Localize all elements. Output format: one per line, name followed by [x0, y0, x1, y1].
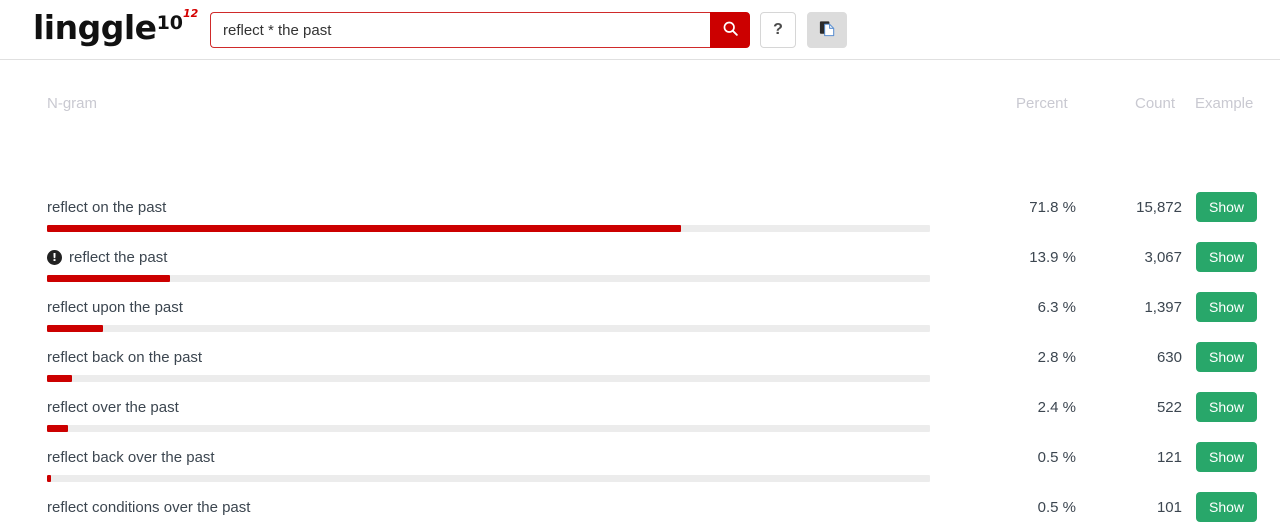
percent-bar-track — [47, 475, 930, 482]
percent-bar-track — [47, 425, 930, 432]
copy-button[interactable] — [807, 12, 847, 48]
percent-bar-track — [47, 275, 930, 282]
ngram-label: ! reflect the past — [47, 249, 167, 266]
ngram-label: reflect over the past — [47, 399, 179, 416]
ngram-text: reflect over the past — [47, 399, 179, 416]
percent-value: 0.5 % — [1037, 449, 1076, 466]
logo-superscript-10: 10 — [156, 12, 184, 34]
show-example-button[interactable]: Show — [1196, 392, 1257, 422]
show-example-button[interactable]: Show — [1196, 242, 1257, 272]
ngram-text: reflect conditions over the past — [47, 499, 251, 516]
table-row: reflect over the past 2.4 % 522 Show — [0, 392, 1280, 442]
count-value: 15,872 — [1136, 199, 1182, 216]
ngram-label: reflect on the past — [47, 199, 166, 216]
count-value: 101 — [1156, 499, 1182, 516]
percent-bar-fill — [47, 475, 52, 482]
ngram-label: reflect back over the past — [47, 449, 215, 466]
show-example-button[interactable]: Show — [1196, 292, 1257, 322]
show-example-button[interactable]: Show — [1196, 342, 1257, 372]
percent-bar-fill — [47, 425, 69, 432]
logo-wordmark: linggle — [33, 8, 157, 47]
percent-value: 6.3 % — [1037, 299, 1076, 316]
search-button[interactable] — [710, 12, 750, 48]
logo-superscript-12: 12 — [183, 7, 199, 20]
show-example-button[interactable]: Show — [1196, 442, 1257, 472]
table-row: reflect on the past 71.8 % 15,872 Show — [0, 192, 1280, 242]
search-icon — [722, 20, 739, 40]
percent-value: 71.8 % — [1029, 199, 1076, 216]
table-row: reflect back over the past 0.5 % 121 Show — [0, 442, 1280, 492]
percent-bar-track — [47, 325, 930, 332]
percent-bar-fill — [47, 375, 72, 382]
show-example-button[interactable]: Show — [1196, 192, 1257, 222]
count-value: 3,067 — [1144, 249, 1182, 266]
table-row: ! reflect the past 13.9 % 3,067 Show — [0, 242, 1280, 292]
copy-icon — [818, 19, 837, 41]
column-header-percent: Percent — [1016, 95, 1068, 112]
ngram-text: reflect on the past — [47, 199, 167, 216]
percent-bar-track — [47, 375, 930, 382]
search-area: ? — [210, 12, 847, 48]
search-input[interactable] — [210, 12, 710, 48]
percent-bar-fill — [47, 225, 681, 232]
count-value: 121 — [1156, 449, 1182, 466]
help-button[interactable]: ? — [760, 12, 796, 48]
percent-bar-fill — [47, 325, 103, 332]
ngram-text: reflect back on the past — [47, 349, 203, 366]
ngram-label: reflect conditions over the past — [47, 499, 250, 516]
count-value: 522 — [1156, 399, 1182, 416]
percent-value: 0.5 % — [1037, 499, 1076, 516]
column-header-ngram: N-gram — [47, 95, 98, 112]
count-value: 1,397 — [1144, 299, 1182, 316]
percent-value: 2.4 % — [1037, 399, 1076, 416]
ngram-text: reflect upon the past — [47, 299, 183, 316]
ngram-text: reflect the past — [69, 249, 168, 266]
table-row: reflect upon the past 6.3 % 1,397 Show — [0, 292, 1280, 342]
top-bar: linggle 10 12 ? — [0, 0, 1280, 60]
percent-bar-fill — [47, 275, 170, 282]
column-header-count: Count — [1135, 95, 1176, 112]
table-row: reflect conditions over the past 0.5 % 101… — [0, 492, 1280, 525]
percent-bar-track — [47, 225, 930, 232]
results-panel: N-gram Percent Count Example reflect on … — [0, 60, 1280, 525]
show-example-button[interactable]: Show — [1196, 492, 1257, 522]
percent-value: 2.8 % — [1037, 349, 1076, 366]
ngram-label: reflect back on the past — [47, 349, 202, 366]
warning-exclamation-icon: ! — [47, 250, 62, 265]
table-row: reflect back on the past 2.8 % 630 Show — [0, 342, 1280, 392]
column-header-example: Example — [1195, 95, 1254, 112]
ngram-text: reflect back over the past — [47, 449, 215, 466]
count-value: 630 — [1156, 349, 1182, 366]
linggle-logo[interactable]: linggle 10 12 — [33, 8, 198, 52]
percent-value: 13.9 % — [1029, 249, 1076, 266]
ngram-label: reflect upon the past — [47, 299, 183, 316]
